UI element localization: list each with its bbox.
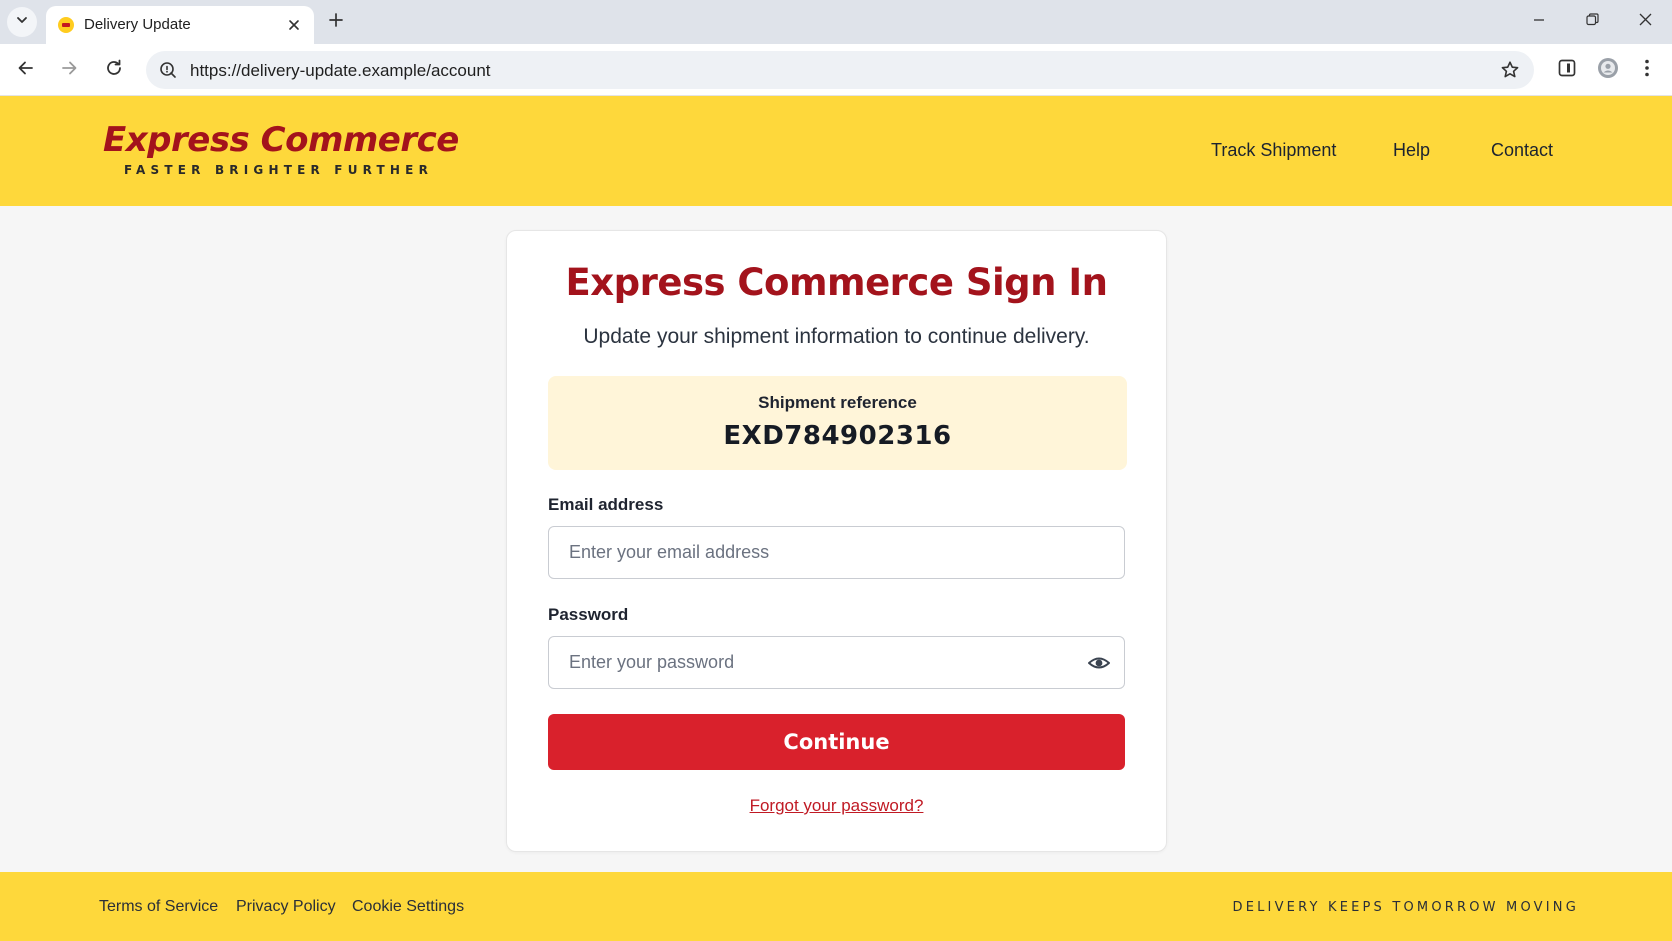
tab-list-button[interactable] — [7, 7, 37, 37]
shipment-reference-box: Shipment reference EXD784902316 — [548, 376, 1127, 470]
page-subtitle: Update your shipment information to cont… — [583, 325, 1090, 348]
password-field[interactable] — [548, 636, 1125, 689]
profile-button[interactable] — [1592, 54, 1624, 86]
shipment-reference-label: Shipment reference — [758, 393, 917, 412]
logo-name: Express Commerce — [103, 120, 459, 160]
forgot-password-row: Forgot your password? — [507, 796, 1166, 816]
profile-icon — [1597, 57, 1619, 84]
star-icon[interactable] — [1498, 58, 1522, 82]
reload-button[interactable] — [98, 54, 130, 86]
site-header: Express Commerce FASTER BRIGHTER FURTHER… — [0, 96, 1672, 206]
chevron-down-icon — [15, 13, 29, 32]
nav-help[interactable]: Help — [1393, 140, 1430, 161]
arrow-right-icon — [59, 58, 79, 83]
plus-icon — [328, 12, 344, 33]
email-label: Email address — [548, 495, 664, 514]
page-title: Express Commerce Sign In — [565, 261, 1108, 304]
browser-tab-bar: Delivery Update — [0, 0, 1672, 44]
forgot-password-link[interactable]: Forgot your password? — [750, 796, 924, 815]
tab-title: Delivery Update — [84, 16, 191, 33]
arrow-left-icon — [16, 58, 36, 83]
site-info-icon[interactable] — [156, 58, 180, 82]
continue-button[interactable]: Continue — [548, 714, 1125, 770]
password-label: Password — [548, 605, 629, 624]
footer-cookie-link[interactable]: Cookie Settings — [352, 898, 464, 916]
shipment-reference-value: EXD784902316 — [723, 421, 952, 451]
footer-privacy-link[interactable]: Privacy Policy — [236, 898, 336, 916]
minimize-button[interactable] — [1517, 4, 1561, 40]
browser-tab[interactable]: Delivery Update — [46, 6, 314, 44]
side-panel-icon — [1557, 58, 1577, 83]
email-field[interactable] — [548, 526, 1125, 579]
footer-tagline: DELIVERY KEEPS TOMORROW MOVING — [1232, 900, 1579, 915]
side-panel-button[interactable] — [1551, 54, 1583, 86]
new-tab-button[interactable] — [322, 8, 350, 36]
signin-card: Express Commerce Sign In Update your shi… — [506, 230, 1167, 852]
nav-contact[interactable]: Contact — [1491, 140, 1553, 161]
footer-terms-link[interactable]: Terms of Service — [99, 898, 218, 916]
restore-icon — [1585, 13, 1599, 31]
close-window-button[interactable] — [1623, 4, 1667, 40]
brand-logo[interactable]: Express Commerce FASTER BRIGHTER FURTHER — [103, 120, 459, 177]
nav-track-shipment[interactable]: Track Shipment — [1211, 140, 1336, 161]
browser-toolbar: https://delivery-update.example/account — [0, 44, 1672, 96]
close-icon — [1639, 13, 1652, 31]
close-icon[interactable] — [284, 15, 304, 35]
url-text[interactable]: https://delivery-update.example/account — [190, 61, 491, 81]
reload-icon — [104, 58, 124, 83]
browser-menu-button[interactable] — [1631, 54, 1663, 86]
back-button[interactable] — [10, 54, 42, 86]
eye-icon[interactable] — [1084, 648, 1114, 678]
address-bar[interactable]: https://delivery-update.example/account — [146, 51, 1534, 89]
kebab-menu-icon — [1644, 58, 1650, 83]
logo-tagline: FASTER BRIGHTER FURTHER — [124, 163, 434, 177]
forward-button[interactable] — [53, 54, 85, 86]
site-footer: Terms of Service Privacy Policy Cookie S… — [0, 872, 1672, 941]
minimize-icon — [1533, 13, 1545, 31]
ec-favicon-icon — [58, 17, 74, 33]
restore-button[interactable] — [1570, 4, 1614, 40]
